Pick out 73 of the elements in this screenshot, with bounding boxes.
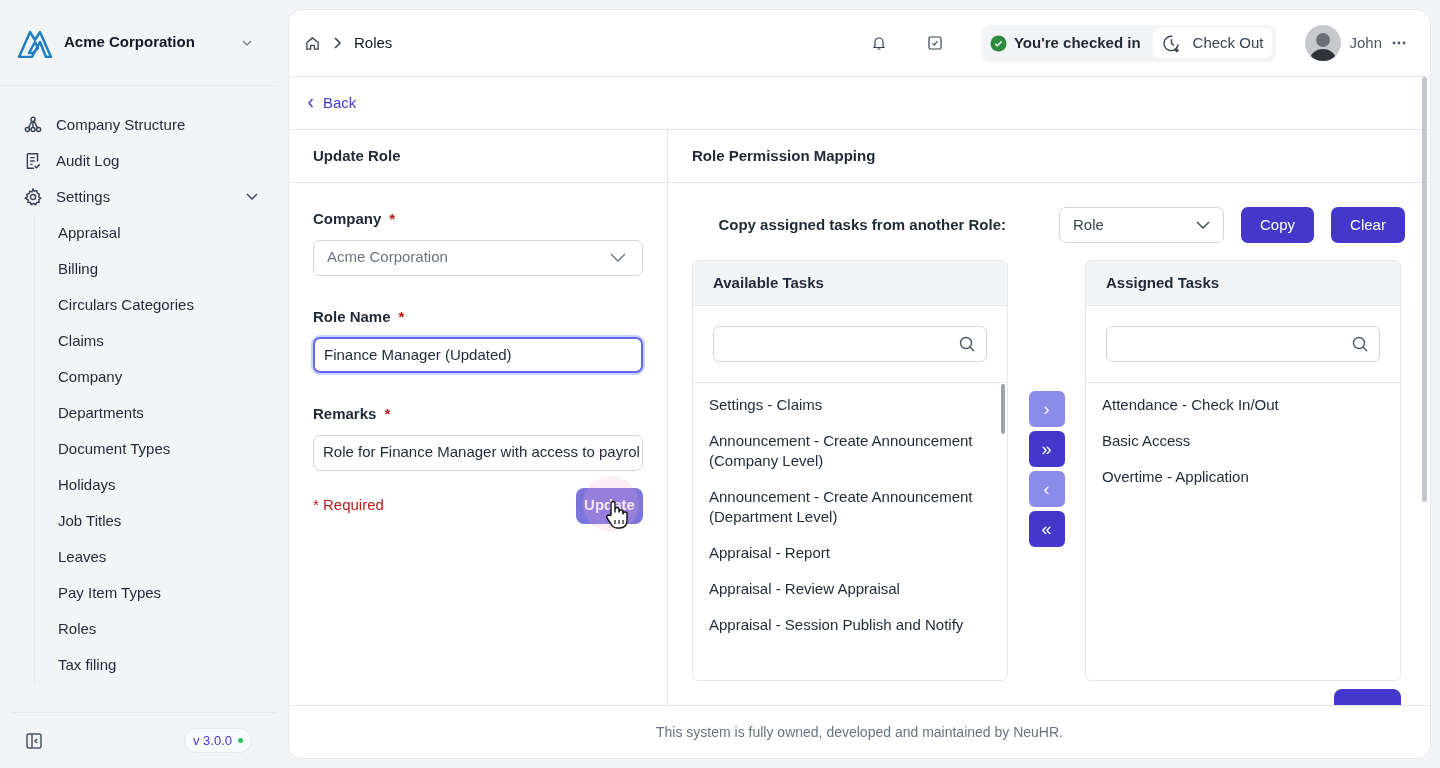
clock-icon: [1161, 33, 1181, 53]
copy-button[interactable]: Copy: [1241, 207, 1314, 243]
required-asterisk: *: [384, 404, 391, 424]
required-note: * Required: [313, 495, 384, 516]
sidebar-subitem[interactable]: Holidays: [58, 467, 258, 503]
search-icon: [959, 336, 975, 352]
chevron-down-icon: [610, 253, 626, 262]
required-asterisk: *: [389, 209, 396, 229]
chevron-left-icon: [307, 98, 314, 108]
scrollbar-thumb[interactable]: [1422, 77, 1427, 502]
chevron-right-icon: [332, 37, 342, 49]
task-checkbox-icon[interactable]: [926, 35, 943, 51]
section-title: Role Permission Mapping: [692, 145, 876, 166]
chevron-down-icon: [1196, 221, 1210, 229]
input-field[interactable]: Finance Manager (Updated): [313, 337, 643, 373]
panel-title: Available Tasks: [713, 272, 824, 293]
clear-button[interactable]: Clear: [1331, 207, 1405, 243]
hierarchy-icon: [24, 116, 42, 134]
user-name: John: [1349, 32, 1382, 53]
check-circle-icon: [989, 34, 1007, 52]
field-label: Remarks: [313, 404, 377, 424]
task-item[interactable]: Attendance - Check In/Out: [1102, 395, 1384, 415]
settings-icon: [24, 188, 42, 206]
sidebar-subitem[interactable]: Document Types: [58, 431, 258, 467]
task-item[interactable]: Appraisal - Review Appraisal: [709, 579, 991, 599]
scrollbar-thumb[interactable]: [1001, 384, 1005, 434]
sidebar-subitem[interactable]: Job Titles: [58, 503, 258, 539]
sidebar-subitem[interactable]: Billing: [58, 251, 258, 287]
sidebar-subitem[interactable]: Pay Item Types: [58, 575, 258, 611]
search-field[interactable]: [1106, 326, 1380, 362]
task-item[interactable]: Settings - Claims: [709, 395, 991, 415]
transfer-button[interactable]: «: [1028, 511, 1065, 547]
input-field[interactable]: Role for Finance Manager with access to payrol: [313, 434, 643, 471]
check-out-button[interactable]: Check Out: [1152, 28, 1273, 58]
check-in-status: You're checked in: [1013, 32, 1141, 53]
breadcrumb-item: Roles: [354, 32, 393, 53]
company-name: Acme Corporation: [64, 32, 195, 53]
sidebar-subitem[interactable]: Departments: [58, 395, 258, 431]
sidebar-item[interactable]: Settings: [24, 179, 258, 215]
sidebar-subitem[interactable]: Circulars Categories: [58, 287, 258, 323]
role-select[interactable]: Role: [1059, 207, 1224, 243]
copy-label: Copy assigned tasks from another Role:: [718, 214, 1006, 235]
field-label: Company: [313, 209, 382, 229]
user-avatar[interactable]: [1305, 25, 1342, 61]
sidebar-item[interactable]: Company Structure: [24, 107, 258, 143]
sidebar-subitem[interactable]: Roles: [58, 611, 258, 647]
sidebar-subitem[interactable]: Appraisal: [58, 215, 258, 251]
collapse-sidebar-icon[interactable]: [26, 732, 42, 749]
sidebar-subitem[interactable]: Claims: [58, 323, 258, 359]
back-link[interactable]: Back: [307, 91, 357, 115]
version-badge: v 3.0.0: [183, 728, 252, 753]
required-asterisk: *: [398, 306, 405, 327]
task-item[interactable]: Announcement - Create Announcement (Department Level): [709, 487, 991, 527]
search-icon: [1352, 336, 1368, 352]
task-item[interactable]: Appraisal - Report: [709, 543, 991, 563]
bell-icon[interactable]: [870, 35, 887, 51]
task-item[interactable]: Announcement - Create Announcement (Company Level): [709, 431, 991, 471]
more-icon[interactable]: [1392, 41, 1406, 45]
section-title: Update Role: [313, 145, 401, 166]
sidebar-subitem[interactable]: Leaves: [58, 539, 258, 575]
task-item[interactable]: Overtime - Application: [1102, 467, 1384, 487]
sidebar-subitem[interactable]: Company: [58, 359, 258, 395]
sidebar-item[interactable]: Audit Log: [24, 143, 258, 179]
task-item[interactable]: Appraisal - Session Publish and Notify: [709, 615, 991, 635]
task-item[interactable]: Basic Access: [1102, 431, 1384, 451]
panel-title: Assigned Tasks: [1106, 272, 1220, 293]
transfer-button[interactable]: »: [1028, 431, 1065, 467]
footer-text: This system is fully owned, developed and maintained by NeuHR.: [656, 722, 1063, 742]
home-icon[interactable]: [305, 35, 320, 51]
field-label: Role Name: [313, 306, 391, 327]
document-icon: [24, 152, 42, 170]
search-field[interactable]: [713, 326, 987, 362]
sidebar-subitem[interactable]: Tax filing: [58, 647, 258, 683]
